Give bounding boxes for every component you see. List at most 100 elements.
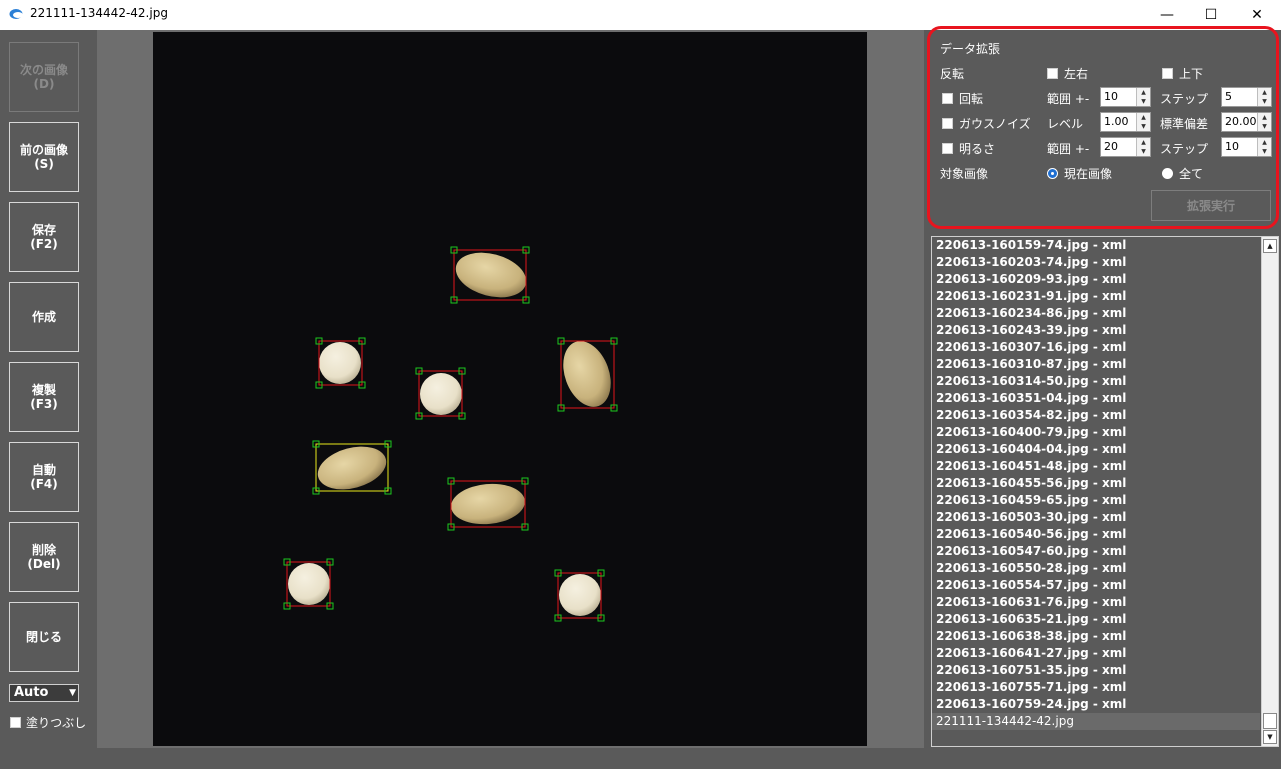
delete-button[interactable]: 削除 (Del)	[9, 522, 79, 592]
brightness-range-stepper[interactable]: 20 ▲ ▼	[1100, 137, 1151, 157]
radio-unselected-icon[interactable]	[1162, 168, 1173, 179]
file-list-item[interactable]: 220613-160759-24.jpg - xml	[932, 696, 1260, 713]
prev-image-shortcut: (S)	[34, 157, 54, 171]
rotate-range-value[interactable]: 10	[1104, 90, 1118, 103]
rotate-checkbox-box[interactable]	[942, 93, 953, 104]
file-list-item[interactable]: 220613-160307-16.jpg - xml	[932, 339, 1260, 356]
brightness-checkbox[interactable]: 明るさ	[942, 140, 995, 157]
auto-button[interactable]: 自動 (F4)	[9, 442, 79, 512]
scroll-up-arrow-icon[interactable]: ▲	[1263, 239, 1277, 253]
noise-label: ガウスノイズ	[959, 117, 1031, 131]
file-list-item[interactable]: 220613-160234-86.jpg - xml	[932, 305, 1260, 322]
duplicate-button[interactable]: 複製 (F3)	[9, 362, 79, 432]
status-bar	[0, 748, 1281, 769]
tablet-object[interactable]	[554, 569, 605, 622]
tablet-object[interactable]	[315, 337, 366, 389]
prev-image-button[interactable]: 前の画像 (S)	[9, 122, 79, 192]
file-list-item[interactable]: 220613-160751-35.jpg - xml	[932, 662, 1260, 679]
create-button[interactable]: 作成	[9, 282, 79, 352]
file-list-scrollbar[interactable]: ▲ ▼	[1261, 237, 1278, 746]
file-list-item[interactable]: 220613-160159-74.jpg - xml	[932, 237, 1260, 254]
target-all-radio[interactable]: 全て	[1162, 165, 1203, 182]
stepper-arrows-icon[interactable]: ▲ ▼	[1257, 88, 1271, 106]
rotate-range-stepper[interactable]: 10 ▲ ▼	[1100, 87, 1151, 107]
target-current-radio[interactable]: 現在画像	[1047, 165, 1112, 182]
noise-checkbox[interactable]: ガウスノイズ	[942, 115, 1031, 132]
tablet-object[interactable]	[283, 558, 334, 610]
file-list-item[interactable]: 220613-160459-65.jpg - xml	[932, 492, 1260, 509]
flip-lr-checkbox-box[interactable]	[1047, 68, 1058, 79]
stepper-arrows-icon[interactable]: ▲ ▼	[1136, 113, 1150, 131]
rotate-checkbox[interactable]: 回転	[942, 90, 983, 107]
capsule-object[interactable]	[555, 335, 620, 414]
stepper-arrows-icon[interactable]: ▲ ▼	[1257, 113, 1271, 131]
fill-checkbox-box[interactable]	[10, 717, 21, 728]
file-list-item[interactable]: 220613-160354-82.jpg - xml	[932, 407, 1260, 424]
noise-level-label: レベル	[1047, 117, 1084, 131]
stepper-arrows-icon[interactable]: ▲ ▼	[1136, 138, 1150, 156]
delete-label: 削除	[31, 543, 56, 557]
file-list-item[interactable]: 220613-160243-39.jpg - xml	[932, 322, 1260, 339]
noise-level-value[interactable]: 1.00	[1104, 115, 1129, 128]
mode-select[interactable]: Auto ▼	[9, 684, 79, 702]
brightness-range-value[interactable]: 20	[1104, 140, 1118, 153]
file-list[interactable]: 220613-160159-74.jpg - xml 220613-160203-…	[931, 236, 1279, 747]
save-shortcut: (F2)	[30, 237, 58, 251]
file-list-item[interactable]: 220613-160314-50.jpg - xml	[932, 373, 1260, 390]
brightness-checkbox-box[interactable]	[942, 143, 953, 154]
file-list-item[interactable]: 220613-160635-21.jpg - xml	[932, 611, 1260, 628]
noise-checkbox-box[interactable]	[942, 118, 953, 129]
image-canvas[interactable]	[153, 32, 867, 746]
stepper-arrows-icon[interactable]: ▲ ▼	[1257, 138, 1271, 156]
file-list-item[interactable]: 220613-160550-28.jpg - xml	[932, 560, 1260, 577]
file-list-item[interactable]: 220613-160451-48.jpg - xml	[932, 458, 1260, 475]
rotate-step-value[interactable]: 5	[1225, 90, 1232, 103]
file-list-item[interactable]: 220613-160400-79.jpg - xml	[932, 424, 1260, 441]
fill-checkbox[interactable]: 塗りつぶし	[10, 714, 86, 731]
file-list-item[interactable]: 220613-160310-87.jpg - xml	[932, 356, 1260, 373]
capsule-object[interactable]	[450, 245, 531, 304]
tablet-object[interactable]	[415, 367, 466, 420]
capsule-object[interactable]	[447, 477, 529, 531]
file-list-item[interactable]: 220613-160404-04.jpg - xml	[932, 441, 1260, 458]
file-list-item[interactable]: 220613-160547-60.jpg - xml	[932, 543, 1260, 560]
radio-selected-icon[interactable]	[1047, 168, 1058, 179]
flip-ud-checkbox-box[interactable]	[1162, 68, 1173, 79]
chevron-down-icon: ▼	[69, 688, 76, 698]
duplicate-label: 複製	[31, 383, 56, 397]
file-list-item[interactable]: 220613-160455-56.jpg - xml	[932, 475, 1260, 492]
file-list-item[interactable]: 220613-160351-04.jpg - xml	[932, 390, 1260, 407]
brightness-step-value[interactable]: 10	[1225, 140, 1239, 153]
flip-ud-checkbox[interactable]: 上下	[1162, 65, 1203, 82]
file-list-item[interactable]: 220613-160231-91.jpg - xml	[932, 288, 1260, 305]
capsule-object-selected[interactable]	[312, 440, 392, 497]
flip-lr-checkbox[interactable]: 左右	[1047, 65, 1088, 82]
file-list-item[interactable]: 220613-160540-56.jpg - xml	[932, 526, 1260, 543]
noise-std-value[interactable]: 20.00	[1225, 115, 1257, 128]
file-list-item[interactable]: 220613-160554-57.jpg - xml	[932, 577, 1260, 594]
file-list-item[interactable]: 221111-134442-42.jpg	[932, 713, 1260, 730]
flip-lr-label: 左右	[1064, 67, 1089, 81]
flip-label: 反転	[940, 67, 965, 81]
fill-checkbox-label: 塗りつぶし	[26, 716, 87, 730]
file-list-item[interactable]: 220613-160641-27.jpg - xml	[932, 645, 1260, 662]
file-list-item[interactable]: 220613-160203-74.jpg - xml	[932, 254, 1260, 271]
file-list-item[interactable]: 220613-160503-30.jpg - xml	[932, 509, 1260, 526]
prev-image-label: 前の画像	[19, 143, 68, 157]
stepper-arrows-icon[interactable]: ▲ ▼	[1136, 88, 1150, 106]
close-button[interactable]: 閉じる	[9, 602, 79, 672]
scrollbar-thumb[interactable]	[1263, 713, 1277, 729]
file-list-item[interactable]: 220613-160209-93.jpg - xml	[932, 271, 1260, 288]
annotation-overlay[interactable]	[153, 32, 867, 746]
file-list-item[interactable]: 220613-160631-76.jpg - xml	[932, 594, 1260, 611]
next-image-button[interactable]: 次の画像 (D)	[9, 42, 79, 112]
file-list-item[interactable]: 220613-160755-71.jpg - xml	[932, 679, 1260, 696]
brightness-step-stepper[interactable]: 10 ▲ ▼	[1221, 137, 1272, 157]
rotate-step-stepper[interactable]: 5 ▲ ▼	[1221, 87, 1272, 107]
noise-level-stepper[interactable]: 1.00 ▲ ▼	[1100, 112, 1151, 132]
scroll-down-arrow-icon[interactable]: ▼	[1263, 730, 1277, 744]
execute-augmentation-button[interactable]: 拡張実行	[1151, 190, 1271, 221]
noise-std-stepper[interactable]: 20.00 ▲ ▼	[1221, 112, 1272, 132]
file-list-item[interactable]: 220613-160638-38.jpg - xml	[932, 628, 1260, 645]
save-button[interactable]: 保存 (F2)	[9, 202, 79, 272]
